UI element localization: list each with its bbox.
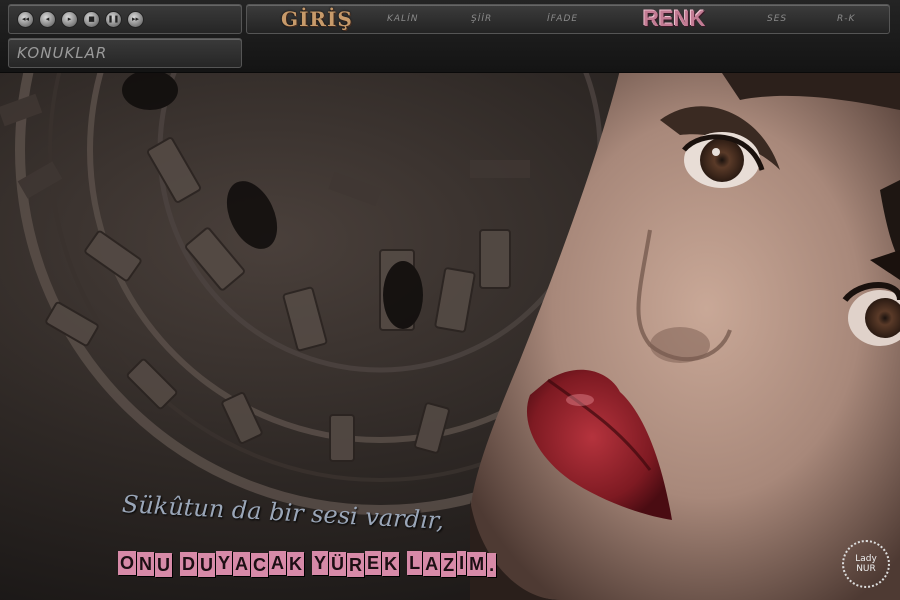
badge-line-1: Lady	[855, 554, 877, 564]
quote-letter: .	[487, 553, 497, 577]
portrait-face	[470, 70, 900, 600]
lady-nur-badge: Lady NUR	[842, 540, 890, 588]
quote-letter: M	[467, 552, 487, 576]
quote-letter: A	[233, 552, 251, 576]
nav-item-rk[interactable]: R-K	[837, 5, 855, 33]
quote-letter: Ü	[329, 552, 347, 576]
main-nav: GİRİŞ KALİN ŞİİR İFADE RENK SES R-K	[246, 4, 890, 34]
guestbook-label: KONUKLAR	[17, 44, 108, 62]
quote-letter: C	[251, 553, 269, 577]
quote-letter: A	[423, 552, 441, 576]
quote-letter: R	[347, 553, 365, 577]
quote-letter: K	[287, 552, 305, 576]
quote-space	[305, 552, 311, 576]
rewind-button[interactable]: ◂	[39, 10, 56, 28]
nav-giris[interactable]: GİRİŞ	[281, 5, 353, 33]
quote-letter: U	[198, 553, 216, 577]
quote-letter: O	[118, 551, 137, 575]
play-button[interactable]: ▸	[61, 10, 78, 28]
badge-line-2: NUR	[856, 564, 876, 574]
quote-letter: L	[407, 551, 423, 575]
prev-track-button[interactable]: ◂◂	[17, 10, 34, 28]
media-player: ◂◂ ◂ ▸ ■ ❚❚ ▸▸	[8, 4, 242, 34]
nav-item-kalin[interactable]: KALİN	[387, 5, 418, 33]
quote-letter: Y	[216, 551, 233, 575]
quote-letter: D	[180, 552, 198, 576]
nav-item-siir[interactable]: ŞİİR	[471, 5, 492, 33]
top-bar: ◂◂ ◂ ▸ ■ ❚❚ ▸▸ GİRİŞ KALİN ŞİİR İFADE RE…	[0, 0, 900, 73]
quote-line-2: ONU DUYACAK YÜREK LAZIM.	[118, 551, 497, 577]
nav-item-renk[interactable]: RENK	[643, 5, 705, 33]
quote-letter: Y	[312, 551, 329, 575]
quote-space	[173, 552, 179, 576]
quote-letter: U	[155, 553, 173, 577]
nav-item-ifade[interactable]: İFADE	[547, 5, 578, 33]
quote-letter: Z	[441, 553, 457, 577]
next-track-button[interactable]: ▸▸	[127, 10, 144, 28]
quote-letter: K	[382, 552, 400, 576]
nav-item-ses[interactable]: SES	[767, 5, 787, 33]
quote-letter: I	[457, 551, 467, 575]
stop-button[interactable]: ■	[83, 10, 100, 28]
quote-space	[400, 552, 406, 576]
quote-letter: A	[269, 551, 287, 575]
quote-letter: N	[137, 552, 155, 576]
quote-letter: E	[365, 551, 382, 575]
pause-button[interactable]: ❚❚	[105, 10, 122, 28]
guestbook-button[interactable]: KONUKLAR	[8, 38, 242, 68]
